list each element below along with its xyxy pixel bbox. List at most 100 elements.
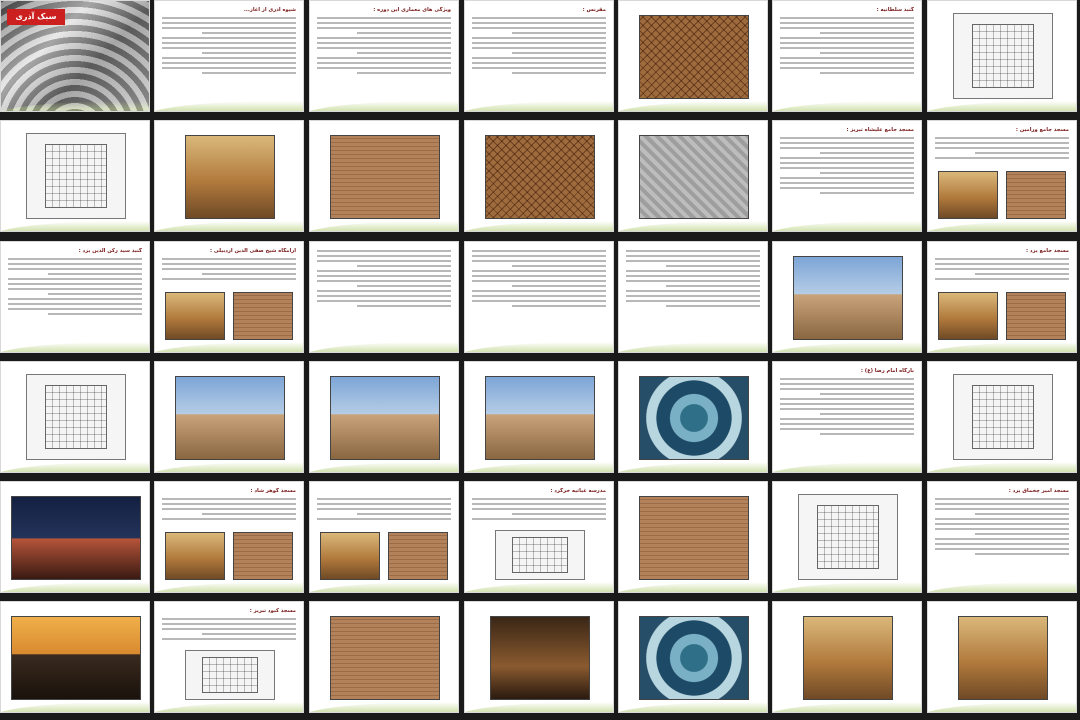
slide-image [388,532,448,580]
slide-thumbnail[interactable] [0,481,150,593]
slide-image [175,376,285,460]
slide-footer-band [310,342,458,352]
slide-thumbnail[interactable]: گنبد سلطانیه : [772,0,922,112]
slide-thumbnail[interactable] [309,120,459,232]
slide-thumbnail[interactable] [309,481,459,593]
floor-plan-drawing [953,374,1053,460]
slide-thumbnail[interactable] [0,601,150,713]
slide-thumbnail[interactable]: ویژگی های معماری این دوره : [309,0,459,112]
slide-thumbnail[interactable] [618,120,768,232]
slide-image [165,532,225,580]
slide-footer-band [465,582,613,592]
slide-thumbnail[interactable] [772,481,922,593]
slide-body-text [780,137,914,197]
slide-image [938,171,998,219]
slide-thumbnail[interactable] [0,361,150,473]
slide-thumbnail[interactable] [309,601,459,713]
slide-title: گنبد سید رکن الدین یزد : [78,248,142,254]
slide-thumbnail[interactable] [618,0,768,112]
slide-footer-band [465,101,613,111]
slide-thumbnail[interactable] [464,120,614,232]
slide-title: مقرنس : [582,7,606,13]
slide-thumbnail[interactable] [618,481,768,593]
slide-thumbnail[interactable]: مسجد گوهر شاد : [154,481,304,593]
slide-thumbnail[interactable]: مسجد جامع ورامین : [927,120,1077,232]
slide-thumbnail[interactable]: مسجد امیر چخماق یزد : [927,481,1077,593]
slide-footer-band [465,462,613,472]
slide-thumbnail[interactable]: مقرنس : [464,0,614,112]
slide-footer-band [619,582,767,592]
slide-thumbnail[interactable] [309,241,459,353]
slide-thumbnail[interactable]: مسجد جامع علیشاه تبریز : [772,120,922,232]
slide-thumbnail[interactable]: مدرسه غیاثیه خرگرد : [464,481,614,593]
slide-thumbnail[interactable]: شیوه آذری از آغاز... [154,0,304,112]
slide-body-text [317,250,451,310]
slide-title: مسجد جامع ورامین : [1015,127,1069,133]
slide-thumbnail[interactable]: سبک آذری [0,0,150,112]
slide-sorter-grid: سبک آذری شیوه آذری از آغاز... ویژگی های مع… [0,0,1080,720]
slide-thumbnail[interactable] [927,361,1077,473]
slide-thumbnail[interactable]: آرامگاه شیخ صفی الدین اردبیلی : [154,241,304,353]
slide-footer-band [773,702,921,712]
slide-footer-band [1,702,149,712]
slide-thumbnail[interactable] [618,361,768,473]
slide-footer-band [619,702,767,712]
slide-title: مسجد امیر چخماق یزد : [1008,488,1069,494]
slide-thumbnail[interactable] [927,0,1077,112]
slide-thumbnail[interactable] [927,601,1077,713]
slide-image [793,256,903,340]
slide-image [11,496,141,580]
slide-thumbnail[interactable] [464,601,614,713]
slide-footer-band [928,582,1076,592]
slide-thumbnail[interactable]: مسجد کبود تبریز : [154,601,304,713]
slide-footer-band [1,342,149,352]
slide-image [165,292,225,340]
slide-image [639,135,749,219]
slide-title: مسجد کبود تبریز : [249,608,296,614]
slide-footer-band [310,582,458,592]
slide-thumbnail[interactable]: بارگاه امام رضا (ع) : [772,361,922,473]
slide-thumbnail[interactable]: گنبد سید رکن الدین یزد : [0,241,150,353]
slide-footer-band [155,101,303,111]
slide-thumbnail[interactable] [154,361,304,473]
slide-footer-band [619,101,767,111]
slide-body-text [472,17,606,77]
slide-body-text [935,258,1069,283]
slide-body-text [472,250,606,310]
slide-thumbnail[interactable] [464,241,614,353]
floor-plan-drawing [798,494,898,580]
slide-image [490,616,590,700]
slide-title: بارگاه امام رضا (ع) : [860,368,914,374]
slide-thumbnail[interactable] [618,241,768,353]
slide-footer-band [310,101,458,111]
slide-thumbnail[interactable] [464,361,614,473]
slide-body-text [162,618,296,643]
slide-body-text [472,498,606,523]
floor-plan-drawing [185,650,275,700]
slide-body-text [162,17,296,77]
slide-image [185,135,275,219]
slide-thumbnail[interactable] [309,361,459,473]
slide-footer-band [619,221,767,231]
floor-plan-drawing [495,530,585,580]
slide-image [330,616,440,700]
slide-thumbnail[interactable] [772,241,922,353]
floor-plan-drawing [953,13,1053,99]
slide-thumbnail[interactable] [154,120,304,232]
slide-body-text [935,137,1069,162]
slide-body-text [8,258,142,318]
cover-logo: سبک آذری [7,9,65,25]
slide-thumbnail[interactable] [772,601,922,713]
slide-image [485,135,595,219]
slide-body-text [780,378,914,438]
slide-thumbnail[interactable] [0,120,150,232]
slide-image [233,532,293,580]
slide-footer-band [465,702,613,712]
slide-title: ویژگی های معماری این دوره : [373,7,451,13]
slide-footer-band [619,462,767,472]
slide-footer-band [155,221,303,231]
slide-thumbnail[interactable] [618,601,768,713]
slide-thumbnail[interactable]: مسجد جامع یزد : [927,241,1077,353]
slide-body-text [162,258,296,283]
slide-footer-band [773,462,921,472]
